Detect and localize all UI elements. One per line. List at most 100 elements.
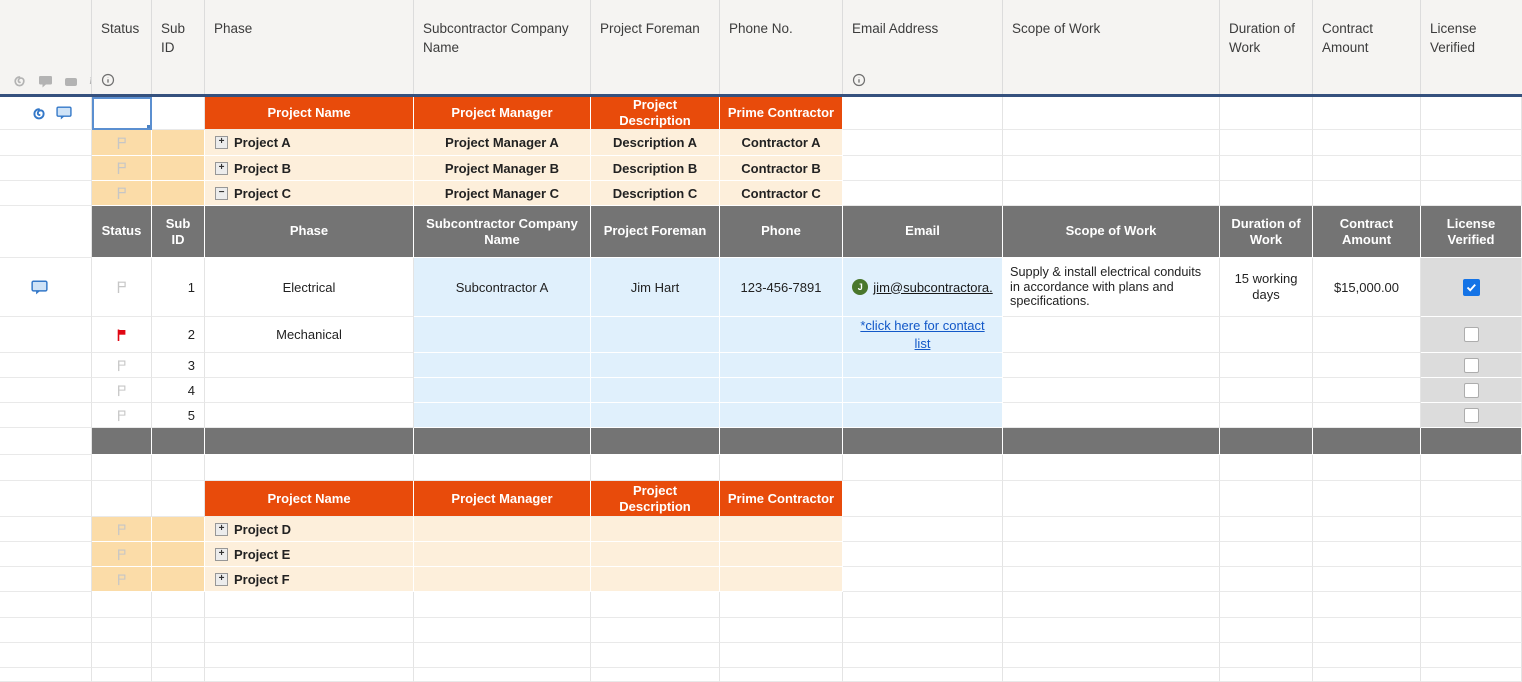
- cell[interactable]: [152, 592, 205, 618]
- sub-id-cell[interactable]: [152, 517, 205, 542]
- prime-contractor-cell[interactable]: Contractor B: [720, 156, 843, 181]
- cell[interactable]: [1313, 481, 1421, 517]
- cell[interactable]: [1003, 618, 1220, 643]
- cell[interactable]: [843, 181, 1003, 206]
- contract-cell[interactable]: [1313, 403, 1421, 428]
- cell[interactable]: [1220, 668, 1313, 682]
- company-cell[interactable]: Subcontractor A: [414, 258, 591, 317]
- scope-cell[interactable]: [1003, 353, 1220, 378]
- cell[interactable]: [1003, 455, 1220, 481]
- cell[interactable]: [1220, 130, 1313, 156]
- column-header-phone[interactable]: Phone No.: [720, 0, 843, 94]
- project-manager-header-cell[interactable]: Project Manager: [414, 481, 591, 517]
- cell[interactable]: [92, 455, 152, 481]
- cell[interactable]: [591, 668, 720, 682]
- divider-cell[interactable]: [1220, 428, 1313, 455]
- cell[interactable]: [843, 481, 1003, 517]
- cell[interactable]: [843, 567, 1003, 592]
- cell[interactable]: [843, 592, 1003, 618]
- flag-icon[interactable]: [115, 548, 128, 561]
- subheader-sub-id[interactable]: Sub ID: [152, 206, 205, 258]
- cell[interactable]: [1313, 97, 1421, 130]
- comment-icon[interactable]: [31, 280, 48, 295]
- project-name-cell[interactable]: +Project B: [205, 156, 414, 181]
- status-cell[interactable]: [92, 258, 152, 317]
- duration-cell[interactable]: [1220, 353, 1313, 378]
- cell[interactable]: [152, 643, 205, 668]
- cell[interactable]: [1220, 517, 1313, 542]
- prime-contractor-cell[interactable]: Contractor C: [720, 181, 843, 206]
- phase-cell[interactable]: [205, 353, 414, 378]
- collapse-icon[interactable]: −: [215, 187, 228, 200]
- cell[interactable]: [591, 618, 720, 643]
- phase-cell[interactable]: [205, 403, 414, 428]
- divider-cell[interactable]: [720, 428, 843, 455]
- email-cell[interactable]: [843, 353, 1003, 378]
- duration-cell[interactable]: [1220, 317, 1313, 353]
- cell[interactable]: [843, 130, 1003, 156]
- comment-icon[interactable]: [56, 106, 72, 120]
- cell[interactable]: [152, 481, 205, 517]
- cell[interactable]: [1421, 156, 1522, 181]
- cell[interactable]: [1003, 643, 1220, 668]
- project-manager-cell[interactable]: Project Manager C: [414, 181, 591, 206]
- cell[interactable]: [720, 455, 843, 481]
- cell[interactable]: [843, 517, 1003, 542]
- flag-icon[interactable]: [115, 409, 128, 422]
- cell[interactable]: [1220, 567, 1313, 592]
- project-description-cell[interactable]: [591, 517, 720, 542]
- project-description-cell[interactable]: Description A: [591, 130, 720, 156]
- status-cell[interactable]: [92, 378, 152, 403]
- license-cell[interactable]: [1421, 403, 1522, 428]
- project-name-cell[interactable]: +Project E: [205, 542, 414, 567]
- column-header-phase[interactable]: Phase: [205, 0, 414, 94]
- subheader-company[interactable]: Subcontractor Company Name: [414, 206, 591, 258]
- cell[interactable]: [1313, 181, 1421, 206]
- project-manager-cell[interactable]: [414, 567, 591, 592]
- cell[interactable]: [414, 455, 591, 481]
- sub-id-cell[interactable]: [152, 567, 205, 592]
- cell[interactable]: [414, 618, 591, 643]
- project-name-header-cell[interactable]: Project Name: [205, 481, 414, 517]
- cell[interactable]: [1313, 156, 1421, 181]
- phase-cell[interactable]: [205, 378, 414, 403]
- column-header-duration[interactable]: Duration of Work: [1220, 0, 1313, 94]
- cell[interactable]: [1003, 542, 1220, 567]
- project-name-header-cell[interactable]: Project Name: [205, 97, 414, 130]
- cell[interactable]: [1421, 643, 1522, 668]
- project-description-cell[interactable]: Description B: [591, 156, 720, 181]
- scope-cell[interactable]: [1003, 403, 1220, 428]
- selection-fill-handle[interactable]: [147, 125, 152, 130]
- duration-cell[interactable]: [1220, 378, 1313, 403]
- scope-cell[interactable]: [1003, 317, 1220, 353]
- expand-icon[interactable]: +: [215, 136, 228, 149]
- subheader-foreman[interactable]: Project Foreman: [591, 206, 720, 258]
- info-icon[interactable]: [101, 73, 115, 87]
- email-cell[interactable]: *click here for contact list: [843, 317, 1003, 353]
- column-header-contract[interactable]: Contract Amount: [1313, 0, 1421, 94]
- sub-id-cell[interactable]: 1: [152, 258, 205, 317]
- company-cell[interactable]: [414, 317, 591, 353]
- cell[interactable]: [205, 618, 414, 643]
- cell[interactable]: [843, 542, 1003, 567]
- sub-id-cell[interactable]: 3: [152, 353, 205, 378]
- status-cell[interactable]: [92, 130, 152, 156]
- sub-id-cell[interactable]: [152, 130, 205, 156]
- column-header-sub-id[interactable]: Sub ID: [152, 0, 205, 94]
- cell[interactable]: [1421, 668, 1522, 682]
- status-cell[interactable]: [92, 317, 152, 353]
- cell[interactable]: [1421, 618, 1522, 643]
- cell[interactable]: [1220, 618, 1313, 643]
- prime-contractor-cell[interactable]: [720, 542, 843, 567]
- cell[interactable]: [205, 592, 414, 618]
- checkbox-unchecked[interactable]: [1464, 408, 1479, 423]
- cell[interactable]: [92, 618, 152, 643]
- cell[interactable]: [1421, 517, 1522, 542]
- foreman-cell[interactable]: [591, 317, 720, 353]
- divider-cell[interactable]: [1421, 428, 1522, 455]
- cell[interactable]: [152, 618, 205, 643]
- cell[interactable]: [1003, 97, 1220, 130]
- sub-id-cell[interactable]: [152, 156, 205, 181]
- cell[interactable]: [1421, 592, 1522, 618]
- cell[interactable]: [1313, 618, 1421, 643]
